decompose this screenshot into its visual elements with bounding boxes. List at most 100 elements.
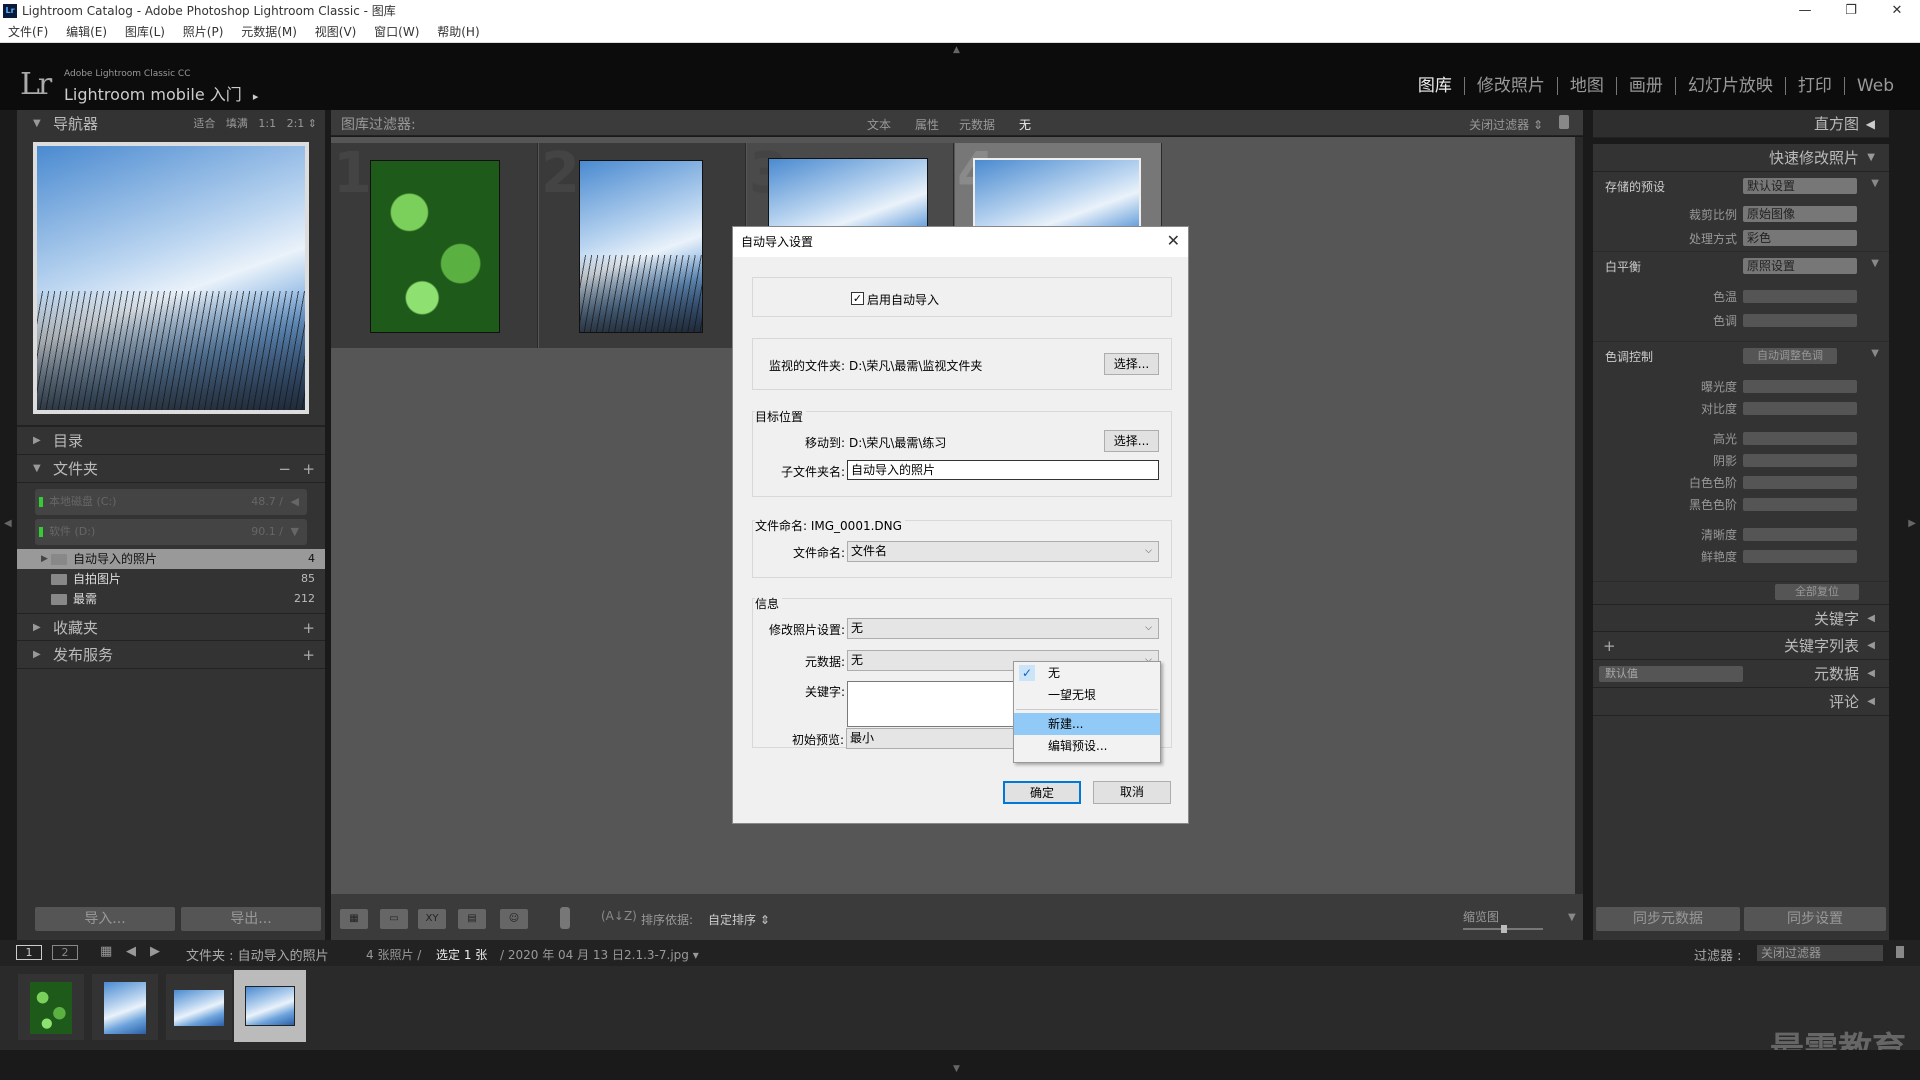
keyword-list-header[interactable]: + 关键字列表 ◀: [1593, 632, 1889, 660]
lock-icon[interactable]: [1559, 115, 1569, 129]
blacks-stepper[interactable]: [1743, 498, 1857, 511]
survey-view-icon[interactable]: ▤: [458, 909, 486, 929]
forward-arrow-icon[interactable]: ▶: [150, 944, 160, 959]
module-develop[interactable]: 修改照片: [1465, 77, 1558, 95]
lock-icon[interactable]: [1896, 946, 1904, 958]
grid-cell[interactable]: 2: [539, 141, 746, 348]
dropdown-item-new[interactable]: 新建...: [1014, 713, 1160, 735]
exposure-stepper[interactable]: [1743, 380, 1857, 393]
filmstrip-filter-select[interactable]: 关闭过滤器: [1757, 945, 1883, 961]
module-book[interactable]: 画册: [1617, 77, 1676, 95]
whites-stepper[interactable]: [1743, 476, 1857, 489]
histogram-header[interactable]: 直方图 ◀: [1593, 110, 1889, 138]
sort-direction-icon[interactable]: (A↓Z): [601, 909, 637, 923]
dropdown-item-preset[interactable]: 一望无垠: [1014, 684, 1160, 706]
dropdown-item-edit-presets[interactable]: 编辑预设...: [1014, 735, 1160, 757]
filter-text[interactable]: 文本: [867, 116, 891, 133]
sort-select[interactable]: 自定排序 ⇕: [708, 911, 770, 928]
menu-photo[interactable]: 照片(P): [183, 25, 224, 39]
zoom-1-1[interactable]: 1:1: [258, 117, 276, 130]
minimize-button[interactable]: —: [1782, 0, 1828, 22]
filmstrip-path[interactable]: 文件夹 : 自动导入的照片: [186, 945, 329, 964]
reset-all-button[interactable]: 全部复位: [1775, 584, 1859, 600]
folder-row[interactable]: 自拍图片 85: [17, 569, 325, 589]
import-button[interactable]: 导入...: [35, 907, 175, 931]
grid-icon[interactable]: ▦: [100, 944, 112, 959]
toolbar-menu-icon[interactable]: ▼: [1568, 912, 1576, 923]
crop-select[interactable]: 原始图像: [1743, 206, 1857, 222]
naming-select[interactable]: 文件名 ⌵: [847, 541, 1159, 562]
quick-develop-header[interactable]: 快速修改照片 ▼: [1593, 144, 1889, 172]
menu-edit[interactable]: 编辑(E): [66, 25, 107, 39]
metadata-preset-select[interactable]: 默认值: [1599, 666, 1743, 682]
plus-icon[interactable]: +: [302, 641, 315, 669]
compare-view-icon[interactable]: XY: [418, 909, 446, 929]
menu-metadata[interactable]: 元数据(M): [241, 25, 297, 39]
identity-mobile-link[interactable]: Lightroom mobile 入门 ▸: [64, 81, 258, 105]
window-2-button[interactable]: 2: [52, 945, 78, 960]
bottom-panel-collapse-icon[interactable]: ▼: [953, 1064, 960, 1074]
publish-header[interactable]: ▶ 发布服务 +: [17, 641, 325, 669]
filmstrip-cell[interactable]: [92, 974, 158, 1040]
filter-metadata[interactable]: 元数据: [959, 116, 995, 133]
loupe-view-icon[interactable]: ▭: [380, 909, 408, 929]
module-map[interactable]: 地图: [1558, 77, 1617, 95]
tint-stepper[interactable]: [1743, 314, 1857, 327]
zoom-fill[interactable]: 填满: [226, 117, 248, 130]
triangle-icon[interactable]: ▼: [1871, 348, 1879, 359]
develop-settings-select[interactable]: 无 ⌵: [847, 618, 1159, 639]
dialog-close-icon[interactable]: ✕: [1167, 231, 1180, 250]
ok-button[interactable]: 确定: [1003, 781, 1081, 804]
menu-help[interactable]: 帮助(H): [437, 25, 479, 39]
navigator-header[interactable]: ▼ 导航器 适合 填满 1:1 2:1 ⇕: [17, 110, 325, 138]
auto-tone-button[interactable]: 自动调整色调: [1743, 348, 1837, 364]
comments-header[interactable]: 评论 ◀: [1593, 688, 1889, 716]
module-library[interactable]: 图库: [1406, 77, 1465, 95]
filter-none[interactable]: 无: [1019, 116, 1031, 133]
filmstrip-cell[interactable]: [166, 974, 232, 1040]
menu-view[interactable]: 视图(V): [315, 25, 357, 39]
wb-select[interactable]: 原照设置: [1743, 258, 1857, 274]
sync-settings-button[interactable]: 同步设置: [1744, 907, 1886, 931]
highlights-stepper[interactable]: [1743, 432, 1857, 445]
right-panel-collapse-icon[interactable]: ▶: [1908, 518, 1916, 529]
sync-metadata-button[interactable]: 同步元数据: [1596, 907, 1740, 931]
metadata-header[interactable]: 默认值 元数据 ◀: [1593, 660, 1889, 688]
enable-checkbox[interactable]: ✓: [851, 292, 864, 305]
cancel-button[interactable]: 取消: [1093, 781, 1171, 804]
menu-file[interactable]: 文件(F): [8, 25, 48, 39]
temp-stepper[interactable]: [1743, 290, 1857, 303]
menu-library[interactable]: 图库(L): [125, 25, 165, 39]
filmstrip-filename[interactable]: / 2020 年 04 月 13 日2.1.3-7.jpg ▾: [500, 946, 699, 963]
keywording-header[interactable]: 关键字 ◀: [1593, 604, 1889, 632]
module-print[interactable]: 打印: [1786, 77, 1845, 95]
shadows-stepper[interactable]: [1743, 454, 1857, 467]
catalog-header[interactable]: ▶ 目录: [17, 427, 325, 455]
volume-c[interactable]: 本地磁盘 (C:) 48.7 / ◀: [35, 489, 307, 515]
menu-window[interactable]: 窗口(W): [374, 25, 419, 39]
spray-can-icon[interactable]: [560, 907, 570, 929]
back-arrow-icon[interactable]: ◀: [126, 944, 136, 959]
module-web[interactable]: Web: [1845, 77, 1906, 95]
collections-header[interactable]: ▶ 收藏夹 +: [17, 613, 325, 641]
subfolder-input[interactable]: 自动导入的照片: [847, 460, 1159, 480]
minus-icon[interactable]: −: [278, 455, 291, 483]
left-panel-collapse-icon[interactable]: ◀: [4, 518, 12, 529]
folder-row[interactable]: 最需 212: [17, 589, 325, 609]
folder-row-selected[interactable]: ▶ 自动导入的照片 4: [17, 549, 325, 569]
module-slideshow[interactable]: 幻灯片放映: [1676, 77, 1786, 95]
slider-thumb[interactable]: [1501, 925, 1507, 933]
restore-button[interactable]: ❐: [1828, 0, 1874, 22]
plus-icon[interactable]: +: [302, 614, 315, 642]
vibrance-stepper[interactable]: [1743, 550, 1857, 563]
contrast-stepper[interactable]: [1743, 402, 1857, 415]
zoom-fit[interactable]: 适合: [193, 117, 215, 130]
volume-d[interactable]: 软件 (D:) 90.1 / ▼: [35, 519, 307, 545]
people-view-icon[interactable]: ☺: [500, 909, 528, 929]
folders-header[interactable]: ▼ 文件夹 − +: [17, 455, 325, 483]
clarity-stepper[interactable]: [1743, 528, 1857, 541]
zoom-2-1[interactable]: 2:1: [287, 117, 305, 130]
treatment-select[interactable]: 彩色: [1743, 230, 1857, 246]
dropdown-item-none[interactable]: ✓ 无: [1014, 662, 1160, 684]
close-window-button[interactable]: ✕: [1874, 0, 1920, 22]
